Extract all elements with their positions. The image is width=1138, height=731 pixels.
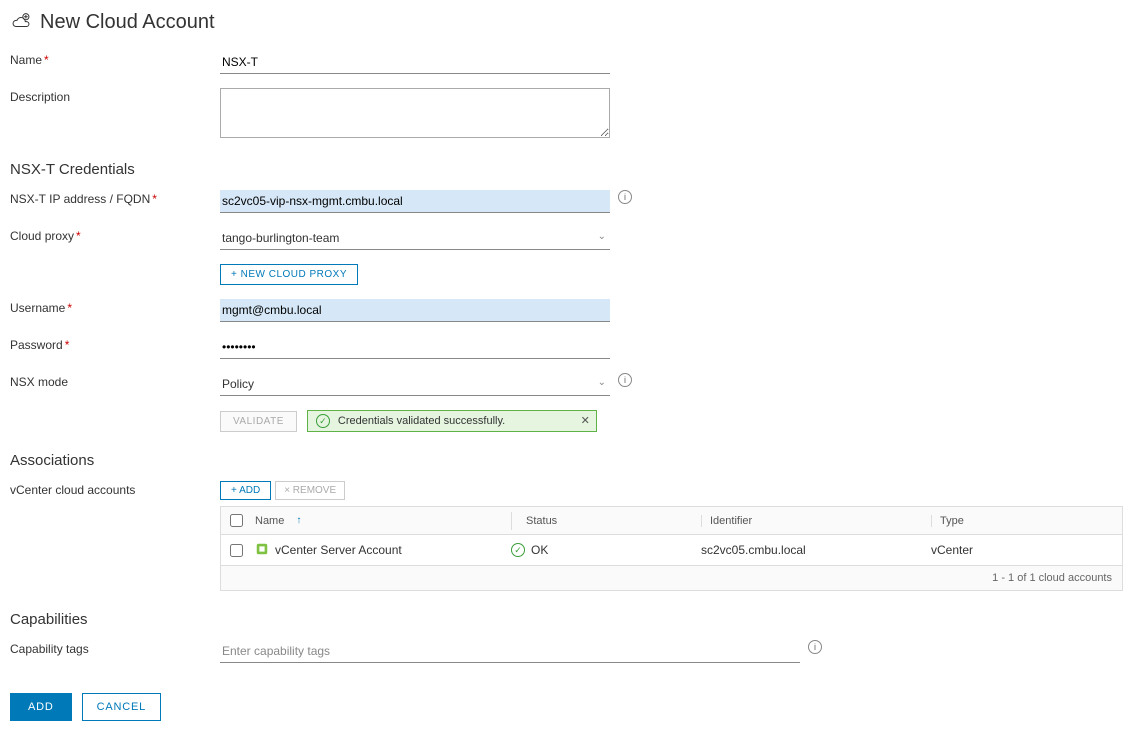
col-status-header[interactable]: Status	[526, 515, 557, 527]
info-icon[interactable]: i	[618, 190, 632, 204]
cloud-proxy-label: Cloud proxy*	[10, 227, 220, 243]
col-identifier-header[interactable]: Identifier	[710, 515, 752, 527]
capabilities-section-title: Capabilities	[10, 611, 1128, 628]
vcenter-icon	[255, 542, 269, 559]
description-label: Description	[10, 88, 220, 104]
vcenter-accounts-label: vCenter cloud accounts	[10, 481, 220, 497]
table-row[interactable]: vCenter Server Account ✓ OK sc2vc05.cmbu…	[221, 535, 1122, 565]
cancel-button[interactable]: CANCEL	[82, 693, 161, 721]
fqdn-label: NSX-T IP address / FQDN*	[10, 190, 220, 206]
row-type: vCenter	[931, 543, 973, 557]
row-identifier: sc2vc05.cmbu.local	[701, 543, 806, 557]
table-footer: 1 - 1 of 1 cloud accounts	[221, 565, 1122, 590]
col-type-header[interactable]: Type	[940, 515, 964, 527]
page-header: New Cloud Account	[10, 10, 1128, 35]
add-button[interactable]: ADD	[10, 693, 72, 721]
username-input[interactable]	[220, 299, 610, 322]
info-icon[interactable]: i	[808, 640, 822, 654]
new-cloud-proxy-button[interactable]: + New Cloud Proxy	[220, 264, 358, 285]
chevron-down-icon: ⌄	[598, 231, 606, 242]
capability-tags-input[interactable]: Enter capability tags	[220, 640, 800, 663]
add-association-button[interactable]: + Add	[220, 481, 271, 500]
row-name: vCenter Server Account	[275, 543, 402, 557]
cloud-proxy-select[interactable]: tango-burlington-team ⌄	[220, 227, 610, 250]
remove-association-button: × Remove	[275, 481, 345, 500]
page-title: New Cloud Account	[40, 11, 215, 34]
fqdn-input[interactable]	[220, 190, 610, 213]
associations-section-title: Associations	[10, 452, 1128, 469]
associations-table: Name ↑ Status Identifier Type vCenter Se…	[220, 506, 1123, 591]
status-ok-icon: ✓	[511, 543, 525, 557]
description-textarea[interactable]	[220, 88, 610, 138]
sort-asc-icon: ↑	[296, 515, 301, 526]
nsx-mode-label: NSX mode	[10, 373, 220, 389]
chevron-down-icon: ⌄	[598, 377, 606, 388]
username-label: Username*	[10, 299, 220, 315]
name-label: Name*	[10, 51, 220, 67]
capability-tags-label: Capability tags	[10, 640, 220, 656]
validation-message: Credentials validated successfully.	[338, 415, 505, 427]
info-icon[interactable]: i	[618, 373, 632, 387]
select-all-checkbox[interactable]	[230, 514, 243, 527]
col-name-header[interactable]: Name	[255, 515, 284, 527]
row-checkbox[interactable]	[230, 544, 243, 557]
name-input[interactable]	[220, 51, 610, 74]
cloud-add-icon	[10, 10, 32, 35]
check-circle-icon: ✓	[316, 414, 330, 428]
row-status: OK	[531, 543, 548, 557]
validation-success-banner: ✓ Credentials validated successfully. ✕	[307, 410, 597, 432]
nsx-mode-select[interactable]: Policy ⌄	[220, 373, 610, 396]
password-label: Password*	[10, 336, 220, 352]
validate-button: Validate	[220, 411, 297, 432]
password-input[interactable]	[220, 336, 610, 359]
credentials-section-title: NSX-T Credentials	[10, 161, 1128, 178]
close-icon[interactable]: ✕	[581, 414, 590, 427]
